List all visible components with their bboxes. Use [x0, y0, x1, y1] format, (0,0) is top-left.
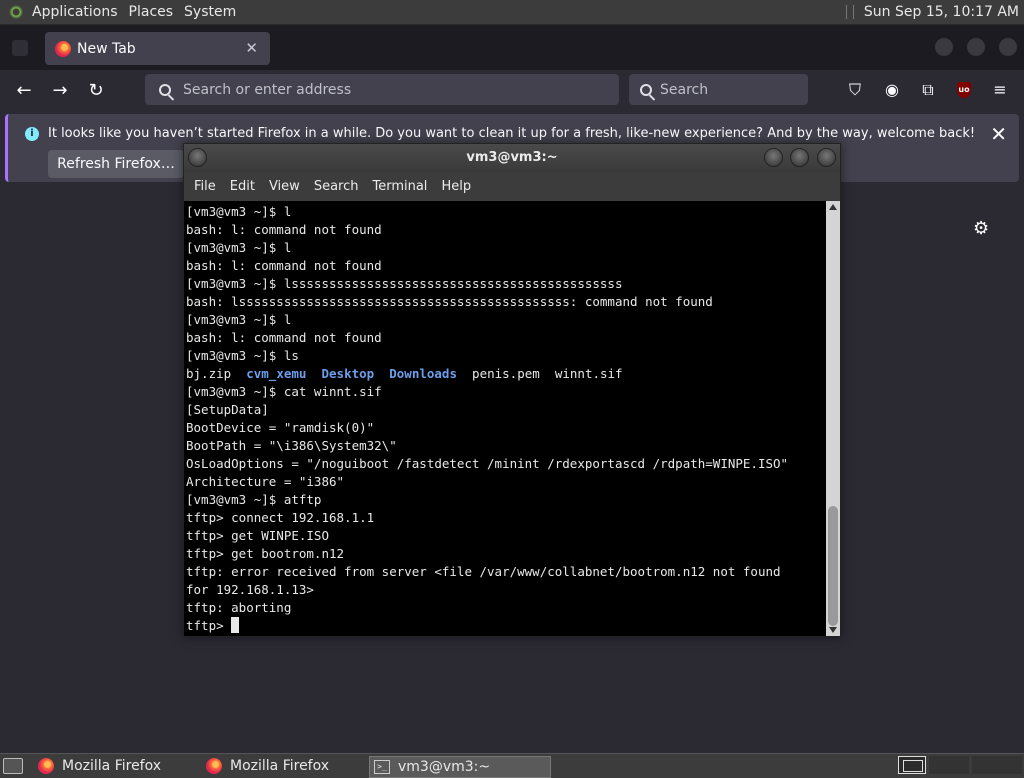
scroll-down-icon[interactable]	[829, 627, 837, 633]
workspace-3[interactable]	[972, 756, 1022, 774]
terminal-menubar: File Edit View Search Terminal Help	[184, 172, 840, 201]
workspace-1[interactable]	[898, 756, 926, 774]
distro-logo-icon[interactable]	[8, 3, 26, 21]
terminal-titlebar[interactable]: vm3@vm3:~	[184, 144, 840, 172]
taskbar-item-firefox-1[interactable]: Mozilla Firefox	[38, 756, 161, 776]
file-entry: bj.zip	[186, 366, 232, 381]
firefox-icon	[55, 40, 71, 57]
back-arrow-icon[interactable]: ←	[13, 80, 35, 102]
terminal-cursor	[231, 617, 240, 633]
terminal-line: BootPath = "\i386\System32\"	[186, 438, 397, 453]
search-icon	[640, 83, 652, 96]
menu-edit[interactable]: Edit	[230, 179, 255, 194]
taskbar-item-firefox-2[interactable]: Mozilla Firefox	[206, 756, 329, 776]
ublock-origin-icon[interactable]: uo	[957, 82, 971, 98]
tab-title: New Tab	[77, 40, 136, 57]
maximize-button[interactable]	[790, 148, 809, 167]
terminal-window[interactable]: vm3@vm3:~ File Edit View Search Terminal…	[183, 143, 841, 637]
menu-applications[interactable]: Applications	[32, 4, 129, 20]
terminal-title: vm3@vm3:~	[466, 150, 558, 165]
terminal-line: BootDevice = "ramdisk(0)"	[186, 420, 375, 435]
close-window-button[interactable]	[999, 38, 1017, 56]
url-placeholder: Search or enter address	[183, 81, 352, 98]
terminal-line: tftp> get bootrom.n12	[186, 546, 345, 561]
directory-entry: cvm_xemu	[246, 366, 307, 381]
terminal-line: tftp: error received from server <file /…	[186, 564, 781, 579]
firefox-icon	[38, 758, 54, 774]
terminal-prompt: tftp>	[186, 618, 232, 633]
menu-help[interactable]: Help	[441, 179, 471, 194]
account-icon[interactable]: ◉	[882, 80, 902, 100]
scroll-up-icon[interactable]	[829, 204, 837, 210]
reload-icon[interactable]: ↻	[85, 80, 107, 102]
extensions-icon[interactable]: ⧉	[918, 80, 938, 100]
minimize-button[interactable]	[764, 148, 783, 167]
taskbar-item-terminal[interactable]: >_ vm3@vm3:~	[369, 756, 551, 778]
url-bar[interactable]: Search or enter address	[145, 74, 619, 105]
tab-overview-icon[interactable]	[12, 40, 28, 56]
close-notification-icon[interactable]: ✕	[990, 122, 1007, 146]
terminal-line: tftp> get WINPE.ISO	[186, 528, 329, 543]
tab-new-tab[interactable]: New Tab ✕	[45, 32, 270, 65]
search-icon	[159, 83, 171, 96]
info-icon: i	[25, 127, 39, 141]
terminal-line: tftp> connect 192.168.1.1	[186, 510, 375, 525]
file-entry: penis.pem	[472, 366, 540, 381]
gear-icon[interactable]: ⚙	[973, 218, 989, 239]
directory-entry: Desktop	[321, 366, 375, 381]
terminal-line: tftp: aborting	[186, 600, 292, 615]
panel-separator	[845, 5, 854, 19]
terminal-line: for 192.168.1.13>	[186, 582, 314, 597]
terminal-line: Architecture = "i386"	[186, 474, 345, 489]
terminal-line: bash: l: command not found	[186, 330, 382, 345]
terminal-prompt-line[interactable]: tftp>	[186, 617, 826, 635]
terminal-line: [vm3@vm3 ~]$ ls	[186, 348, 299, 363]
tab-close-icon[interactable]: ✕	[245, 39, 258, 57]
hamburger-menu-icon[interactable]: ≡	[990, 80, 1010, 100]
terminal-line: [vm3@vm3 ~]$ atftp	[186, 492, 322, 507]
terminal-line: [vm3@vm3 ~]$ l	[186, 204, 292, 219]
search-bar[interactable]: Search	[629, 74, 808, 105]
minimize-window-button[interactable]	[935, 38, 953, 56]
close-button[interactable]	[817, 148, 836, 167]
terminal-line: [SetupData]	[186, 402, 269, 417]
ls-output-line: bj.zip cvm_xemu Desktop Downloads penis.…	[186, 365, 826, 383]
refresh-firefox-button[interactable]: Refresh Firefox…	[48, 150, 184, 178]
terminal-line: OsLoadOptions = "/noguiboot /fastdetect …	[186, 456, 789, 471]
taskbar: Mozilla Firefox Mozilla Firefox >_ vm3@v…	[0, 753, 1024, 778]
forward-arrow-icon[interactable]: →	[49, 80, 71, 102]
maximize-window-button[interactable]	[967, 38, 985, 56]
workspace-2[interactable]	[929, 756, 969, 774]
terminal-line: [vm3@vm3 ~]$ lssssssssssssssssssssssssss…	[186, 276, 623, 291]
file-entry: winnt.sif	[554, 366, 623, 381]
taskbar-item-label: Mozilla Firefox	[62, 758, 162, 774]
terminal-line: [vm3@vm3 ~]$ l	[186, 312, 292, 327]
taskbar-item-label: Mozilla Firefox	[230, 758, 330, 774]
terminal-output[interactable]: [vm3@vm3 ~]$ l bash: l: command not found…	[184, 201, 826, 636]
terminal-line: bash: l: command not found	[186, 222, 382, 237]
terminal-line: [vm3@vm3 ~]$ l	[186, 240, 292, 255]
menu-file[interactable]: File	[194, 179, 216, 194]
menu-search[interactable]: Search	[314, 179, 359, 194]
search-placeholder: Search	[660, 81, 709, 98]
notification-message: It looks like you haven’t started Firefo…	[48, 126, 976, 141]
menu-view[interactable]: View	[269, 179, 300, 194]
terminal-icon: >_	[374, 760, 390, 774]
directory-entry: Downloads	[389, 366, 457, 381]
top-panel: Applications Places System Sun Sep 15, 1…	[0, 0, 1024, 25]
terminal-line: [vm3@vm3 ~]$ cat winnt.sif	[186, 384, 382, 399]
menu-system[interactable]: System	[184, 4, 247, 20]
clock[interactable]: Sun Sep 15, 10:17 AM	[864, 4, 1024, 20]
menu-places[interactable]: Places	[129, 4, 185, 20]
scrollbar-thumb[interactable]	[828, 506, 838, 626]
taskbar-item-label: vm3@vm3:~	[398, 759, 491, 775]
show-desktop-icon[interactable]	[3, 758, 23, 774]
firefox-icon	[206, 758, 222, 774]
pocket-icon[interactable]: ⛉	[845, 80, 865, 100]
menu-terminal[interactable]: Terminal	[372, 179, 427, 194]
terminal-line: bash: l: command not found	[186, 258, 382, 273]
terminal-scrollbar[interactable]	[826, 201, 840, 636]
terminal-line: bash: lsssssssssssssssssssssssssssssssss…	[186, 294, 713, 309]
